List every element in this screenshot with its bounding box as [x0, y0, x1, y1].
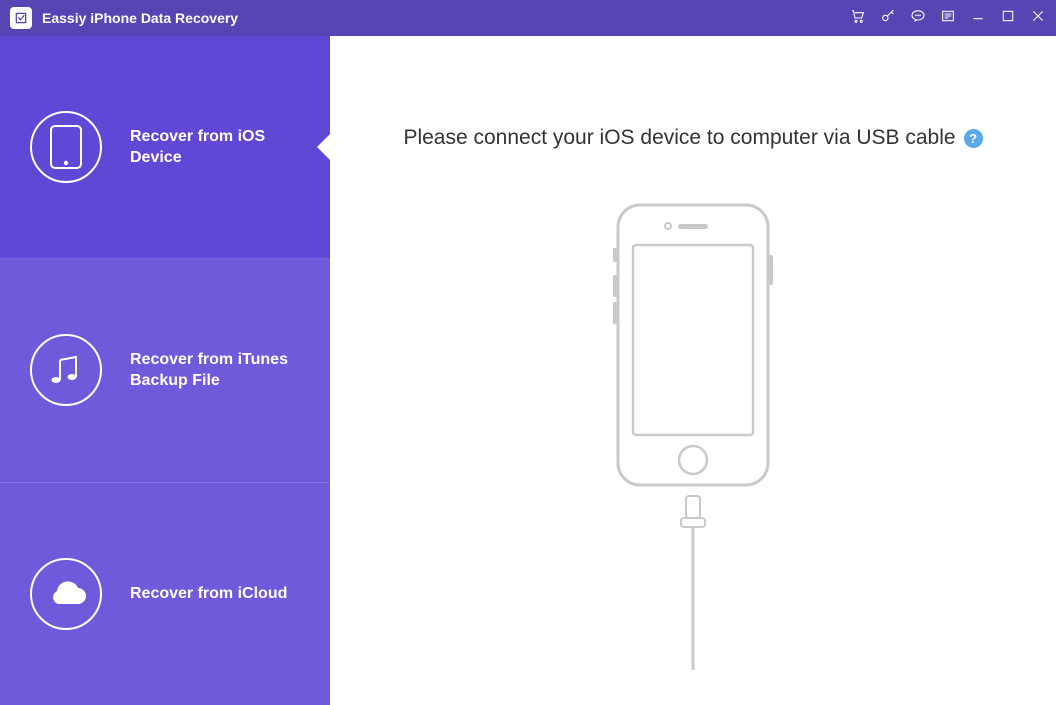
phone-icon	[30, 111, 102, 183]
sidebar: Recover from iOS Device Recover from iTu…	[0, 36, 330, 705]
instruction-label: Please connect your iOS device to comput…	[403, 126, 955, 150]
app-logo	[10, 7, 32, 29]
instruction-text: Please connect your iOS device to comput…	[403, 126, 982, 150]
maximize-icon[interactable]	[1000, 8, 1016, 29]
titlebar-actions	[850, 8, 1046, 29]
sidebar-item-label: Recover from iTunes Backup File	[130, 349, 290, 392]
music-note-icon	[30, 334, 102, 406]
app-window: Eassiy iPhone Data Recovery	[0, 0, 1056, 705]
app-title: Eassiy iPhone Data Recovery	[42, 10, 238, 26]
sidebar-item-icloud[interactable]: Recover from iCloud	[0, 483, 330, 705]
phone-illustration	[598, 200, 788, 670]
cloud-icon	[30, 558, 102, 630]
close-icon[interactable]	[1030, 8, 1046, 29]
cart-icon[interactable]	[850, 8, 866, 29]
help-icon[interactable]: ?	[964, 129, 983, 148]
menu-icon[interactable]	[940, 8, 956, 29]
sidebar-item-label: Recover from iOS Device	[130, 126, 290, 169]
titlebar: Eassiy iPhone Data Recovery	[0, 0, 1056, 36]
sidebar-item-ios-device[interactable]: Recover from iOS Device	[0, 36, 330, 259]
minimize-icon[interactable]	[970, 8, 986, 29]
key-icon[interactable]	[880, 8, 896, 29]
sidebar-item-itunes-backup[interactable]: Recover from iTunes Backup File	[0, 259, 330, 482]
app-body: Recover from iOS Device Recover from iTu…	[0, 36, 1056, 705]
main-panel: Please connect your iOS device to comput…	[330, 36, 1056, 705]
chat-icon[interactable]	[910, 8, 926, 29]
sidebar-item-label: Recover from iCloud	[130, 583, 287, 605]
